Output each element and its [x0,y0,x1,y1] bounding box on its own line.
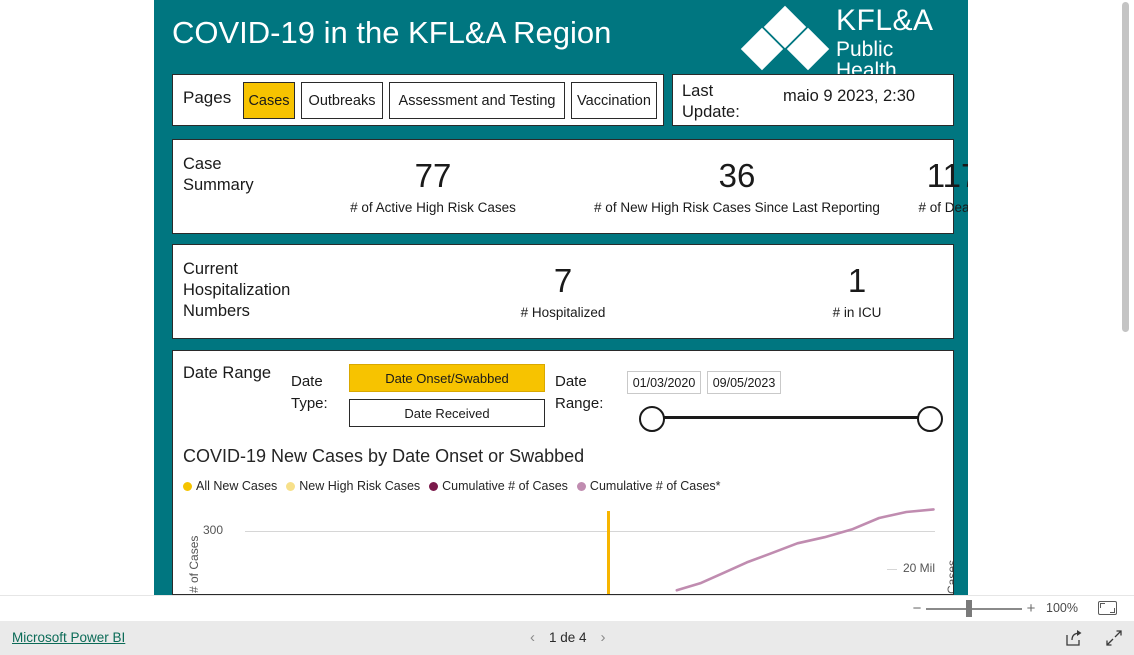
pages-navigation: Pages Cases Outbreaks Assessment and Tes… [172,74,664,126]
zoom-level-value: 100% [1046,601,1078,615]
page-tab-assessment-and-testing[interactable]: Assessment and Testing [389,82,565,119]
brand-text: KFL&A Public Health [836,4,954,82]
pages-label: Pages [183,88,232,107]
date-range-label: Date Range: [555,373,604,412]
legend-label: Cumulative # of Cases [442,479,568,493]
kpi-hospitalized: 7 # Hospitalized [463,264,663,320]
fit-to-page-icon[interactable] [1098,601,1117,615]
kpi-value: 77 [414,157,452,194]
page-title: COVID-19 in the KFL&A Region [172,15,612,50]
next-page-icon[interactable]: › [601,629,606,646]
page-tab-vaccination[interactable]: Vaccination [571,82,657,119]
case-summary-card: Case Summary 77 # of Active High Risk Ca… [172,139,968,234]
kpi-value: 7 [553,262,573,299]
case-summary-title: Case Summary [183,155,254,195]
last-update-value: maio 9 2023, 2:30 [783,87,916,105]
chart-series-svg [675,508,935,592]
chart-plot-area[interactable]: 300 # of Cases 20 Mil Cases [175,501,953,594]
kpi-value: 117 [926,157,968,194]
page-tab-cases[interactable]: Cases [243,82,295,119]
zoom-slider-track[interactable] [926,608,1022,610]
date-range-title: Date Range [183,364,272,382]
zoom-out-button[interactable]: − [910,600,924,617]
kpi-label: # in ICU [832,305,882,320]
bottom-bar: Microsoft Power BI ‹ 1 de 4 › [0,621,1134,655]
page-tab-outbreaks[interactable]: Outbreaks [301,82,383,119]
legend-item-new-high-risk-cases[interactable]: New High Risk Cases [286,479,420,493]
kpi-value: 1 [847,262,867,299]
date-range-from-input[interactable]: 01/03/2020 [627,371,701,394]
legend-color-swatch [429,481,439,491]
chart-title: COVID-19 New Cases by Date Onset or Swab… [183,446,585,466]
date-type-label: Date Type: [291,373,328,412]
kpi-label: # of Active High Risk Cases [350,200,516,215]
last-update-card: Last Update: maio 9 2023, 2:30 [672,74,954,126]
date-range-to-input[interactable]: 09/05/2023 [707,371,781,394]
date-type-option-date-received[interactable]: Date Received [349,399,545,427]
legend-item-cumulative-cases-alt[interactable]: Cumulative # of Cases* [576,479,721,493]
legend-color-swatch [183,481,192,491]
three-diamonds-icon [740,5,830,71]
page-indicator: 1 de 4 [549,630,587,645]
legend-label: New High Risk Cases [299,479,421,493]
fullscreen-icon[interactable] [1104,628,1124,648]
legend-color-swatch [576,481,586,491]
last-update-label: Last Update: [682,82,740,121]
power-bi-report-viewer: COVID-19 in the KFL&A Region KFL&A Publi… [0,0,1134,655]
hospitalization-title: Current Hospitalization Numbers [183,260,291,321]
previous-page-icon[interactable]: ‹ [530,629,535,646]
legend-item-cumulative-cases[interactable]: Cumulative # of Cases [429,479,568,493]
microsoft-power-bi-link[interactable]: Microsoft Power BI [12,630,125,645]
legend-item-all-new-cases[interactable]: All New Cases [183,479,277,493]
kpi-active-high-risk-cases: 77 # of Active High Risk Cases [321,159,545,215]
report-canvas: COVID-19 in the KFL&A Region KFL&A Publi… [154,0,968,603]
zoom-toolbar: − + 100% [0,595,1134,623]
date-range-slider-track[interactable] [657,416,923,419]
legend-label: Cumulative # of Cases* [589,479,721,493]
kpi-deaths: 117 # of Deaths [863,159,968,215]
zoom-slider-thumb[interactable] [966,600,972,617]
series-line-cumulative-cases-alt [675,508,935,592]
kfla-public-health-logo: KFL&A Public Health [740,5,954,81]
date-range-and-chart-card: Date Range Date Type: Date Onset/Swabbed… [172,350,954,595]
kpi-label: # Hospitalized [520,305,606,320]
vertical-scrollbar-thumb[interactable] [1122,2,1129,332]
date-range-slider-handle-left[interactable] [639,406,665,432]
date-range-slider-handle-right[interactable] [917,406,943,432]
kpi-label: # of Deaths [918,200,968,215]
zoom-in-button[interactable]: + [1024,600,1038,617]
vertical-scrollbar[interactable] [1122,2,1129,592]
date-type-option-onset-swabbed[interactable]: Date Onset/Swabbed [349,364,545,392]
legend-label: All New Cases [196,479,278,493]
kpi-in-icu: 1 # in ICU [767,264,947,320]
legend-color-swatch [286,481,296,491]
brand-name: KFL&A [836,4,934,37]
hospitalization-card: Current Hospitalization Numbers 7 # Hosp… [172,244,954,339]
chart-legend: All New Cases New High Risk Cases Cumula… [183,479,721,493]
share-icon[interactable] [1064,628,1084,648]
page-pager: ‹ 1 de 4 › [530,629,606,646]
